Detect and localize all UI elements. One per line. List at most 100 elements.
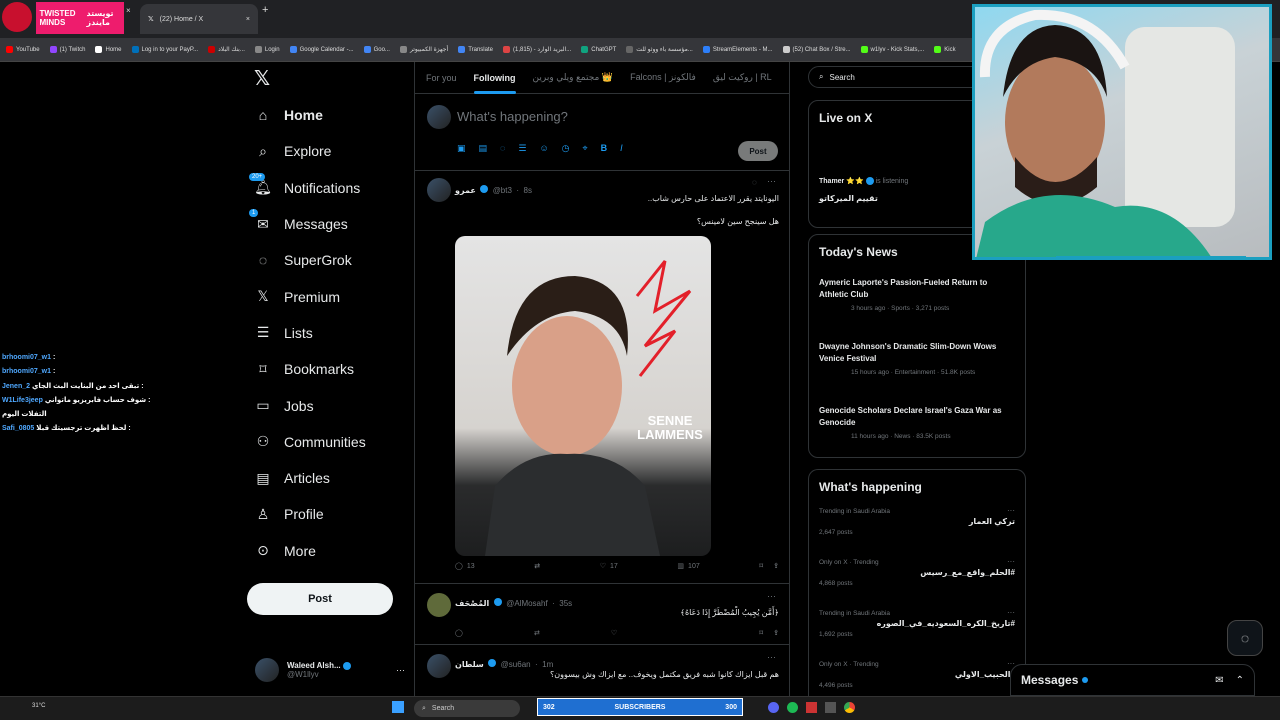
tab-close-icon[interactable]: × [126,6,131,15]
x-logo-icon[interactable]: 𝕏 [254,66,270,91]
spotify-icon[interactable] [787,702,798,713]
news-item[interactable]: Aymeric Laporte's Passion-Fueled Return … [809,277,1025,312]
nav-item-profile[interactable]: ♙ Profile [247,496,407,532]
feed-tab[interactable]: For you [426,73,457,83]
repost-icon[interactable]: ⇄ [534,629,540,637]
nav-item-bookmarks[interactable]: ⌑ Bookmarks [247,351,407,387]
feed-tab[interactable]: Following [473,73,516,94]
tweet-author-name[interactable]: عمرو [455,186,476,195]
more-icon[interactable]: ··· [767,591,776,601]
bold-icon[interactable]: B [601,143,608,154]
feed-tab[interactable]: Falcons | فالكونز [630,72,696,83]
composer-post-button[interactable]: Post [738,141,778,161]
bookmark-icon[interactable]: ⌑ [759,629,763,637]
repost-button[interactable]: ⇄ [534,562,540,570]
trend-item[interactable]: Only on X · Trending #الحبيب_الاولي 4,496 … [819,659,1015,689]
bookmark-item[interactable]: Kick [934,46,956,53]
live-host[interactable]: Thamer ⭐⭐ is listening [819,177,908,186]
tweet-time[interactable]: 35s [559,599,572,608]
tweet-handle[interactable]: @AlMosahf [506,599,547,608]
image-icon[interactable]: ▣ [457,143,466,154]
nav-item-explore[interactable]: ⌕ Explore [247,133,407,169]
new-tab-icon[interactable]: + [262,4,268,16]
italic-icon[interactable]: I [620,143,623,154]
bookmark-item[interactable]: Home [95,46,122,53]
grok-fab[interactable]: ◌ [1227,620,1263,656]
more-icon[interactable]: ··· [767,176,776,186]
compose-message-icon[interactable]: ✉ [1215,675,1223,686]
bookmark-item[interactable]: Google Calendar -... [289,46,354,53]
tweet-image[interactable]: SENNE LAMMENS [455,236,711,556]
composer[interactable]: What's happening? ▣ ▤ ◌ ☰ ☺ ◷ ⌖ B I Post [415,95,789,171]
feed-tab[interactable]: روكيت ليق | RL [713,72,772,83]
browser-tab-active[interactable]: 𝕏 (22) Home / X × [140,4,258,34]
more-icon[interactable]: ··· [1007,608,1015,617]
trend-item[interactable]: Trending in Saudi Arabia #تاريخ_الكره_الس… [819,608,1015,638]
location-icon[interactable]: ⌖ [583,143,588,154]
bookmark-item[interactable]: البريد الوارد - (1,815)... [502,46,571,53]
nav-item-jobs[interactable]: ▭ Jobs [247,387,407,423]
windows-start-icon[interactable] [392,701,404,713]
nav-item-articles[interactable]: ▤ Articles [247,460,407,496]
bookmark-item[interactable]: YouTube [6,46,40,53]
bookmark-item[interactable]: Login [254,46,280,53]
share-icon[interactable]: ⇪ [773,629,779,637]
messages-dock[interactable]: Messages ✉ ⌃ [1010,664,1255,696]
account-switcher[interactable]: Waleed Alsh... @W1llyv ··· [255,656,405,684]
feed-tab[interactable]: مجتمع ويلي وبرين 👑 [533,72,614,83]
bookmark-item[interactable]: (52) Chat Box / Stre... [782,46,851,53]
schedule-icon[interactable]: ◷ [562,143,570,154]
chevron-up-icon[interactable]: ⌃ [1236,675,1244,686]
emoji-icon[interactable]: ☺ [539,143,548,154]
tweet-time[interactable]: 1m [542,660,553,669]
more-icon[interactable]: ··· [767,652,776,662]
live-space-title[interactable]: تقييم الميركاتو [819,194,878,203]
nav-item-home[interactable]: ⌂ Home [247,97,407,133]
bookmark-item[interactable]: (1) Twitch [49,46,85,53]
like-button[interactable]: ♡ 17 [600,562,618,571]
reply-icon[interactable]: ◯ [455,629,463,637]
tweet[interactable]: المُصْحَف @AlMosahf · 35s ··· ﴿أَمَّن يُ… [415,585,789,645]
nav-item-notifications[interactable]: 🔔︎ 20+ Notifications [247,170,407,206]
app-icon[interactable] [768,702,779,713]
poll-icon[interactable]: ☰ [518,143,526,154]
grok-icon[interactable]: ◌ [752,178,757,187]
weather-widget[interactable]: 31°C [32,703,45,709]
bookmark-item[interactable]: StreamElements - M... [702,46,773,53]
nav-item-communities[interactable]: ⚇ Communities [247,424,407,460]
tweet[interactable]: عمرو @bt3 · 8s ◌ ··· اليونايتد يقرر الاع… [415,172,789,584]
trend-item[interactable]: Only on X · Trending #الحلم_واقع_مع_رسيس 4… [819,557,1015,587]
bookmark-item[interactable]: ChatGPT [581,46,616,53]
tweet-handle[interactable]: @bt3 [493,186,512,195]
tweet-handle[interactable]: @su6an [501,660,531,669]
news-item[interactable]: Dwayne Johnson's Dramatic Slim-Down Wows… [809,341,1025,376]
bookmark-icon[interactable]: ⌑ [759,562,763,570]
composer-input[interactable]: What's happening? [457,109,568,124]
app-icon[interactable] [806,702,817,713]
bookmark-item[interactable]: Goo... [363,46,390,53]
more-icon[interactable]: ··· [1007,557,1015,566]
share-icon[interactable]: ⇪ [773,562,779,570]
trend-item[interactable]: Trending in Saudi Arabia تركي العمار 2,647… [819,506,1015,536]
post-button[interactable]: Post [247,583,393,615]
more-icon[interactable]: ··· [1007,506,1015,515]
chrome-icon[interactable] [844,702,855,713]
heart-icon[interactable]: ♡ [611,629,617,637]
more-icon[interactable]: ··· [396,665,405,675]
gif-icon[interactable]: ▤ [479,143,488,154]
nav-item-lists[interactable]: ☰ Lists [247,315,407,351]
tweet-author-name[interactable]: سلطان [455,660,484,669]
nav-item-premium[interactable]: 𝕏 Premium [247,278,407,314]
bookmark-item[interactable]: أجهزة الكمبيوتر [399,46,448,53]
bookmark-item[interactable]: Translate [458,46,493,53]
views-button[interactable]: ▥ 107 [677,562,699,571]
news-item[interactable]: Genocide Scholars Declare Israel's Gaza … [809,405,1025,440]
tab-close-icon[interactable]: × [246,16,250,23]
reply-button[interactable]: ◯ 13 [455,562,475,571]
tweet-time[interactable]: 8s [524,186,532,195]
taskbar-search[interactable]: ⌕ Search [414,700,520,717]
bookmark-item[interactable]: مؤسسة باء ووثو للت... [626,46,693,53]
nav-item-more[interactable]: ⊙ More [247,533,407,569]
bookmark-item[interactable]: w1lyv - Kick Stats,... [860,46,924,53]
nav-item-supergrok[interactable]: ◌ SuperGrok [247,242,407,278]
